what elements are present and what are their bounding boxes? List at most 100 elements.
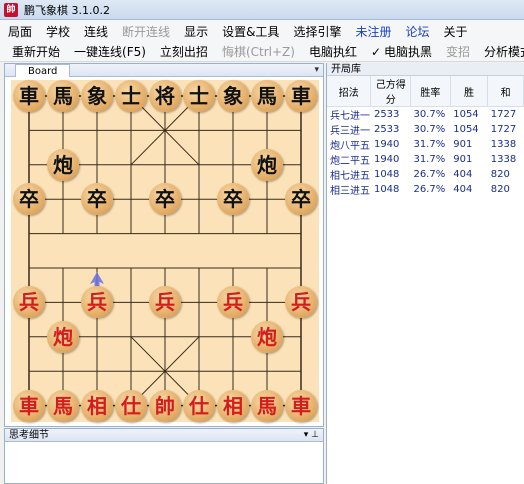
table-cell: 炮二平五 xyxy=(330,156,370,167)
piece-black[interactable]: 車 xyxy=(13,80,45,112)
piece-black[interactable]: 馬 xyxy=(47,80,79,112)
piece-black[interactable]: 卒 xyxy=(13,183,45,216)
piece-red[interactable]: 仕 xyxy=(183,389,215,422)
piece-black[interactable]: 卒 xyxy=(217,183,249,216)
table-row[interactable]: 兵三进一 2533 30.7% 1054 1727 xyxy=(327,122,524,137)
piece-black[interactable]: 象 xyxy=(81,80,113,112)
piece-red[interactable]: 炮 xyxy=(251,320,283,353)
menu-display[interactable]: 显示 xyxy=(184,23,208,40)
restart-button[interactable]: 重新开始 xyxy=(12,43,60,60)
quick-connect-button[interactable]: 一键连线(F5) xyxy=(74,43,146,60)
menu-unregistered[interactable]: 未注册 xyxy=(355,23,391,40)
table-cell: 31.7% xyxy=(413,154,446,165)
menu-select-engine[interactable]: 选择引擎 xyxy=(293,23,341,40)
undo-button[interactable]: 悔棋(Ctrl+Z) xyxy=(222,43,295,60)
title-bar: 帥 鹏飞象棋 3.1.0.2 xyxy=(0,0,524,20)
move-now-button[interactable]: 立刻出招 xyxy=(160,43,208,60)
table-cell: 1054 xyxy=(453,109,479,120)
table-cell: 26.7% xyxy=(413,169,446,180)
toolbar: 重新开始 一键连线(F5) 立刻出招 悔棋(Ctrl+Z) 电脑执红 ✓ 电脑执黑… xyxy=(0,42,524,62)
table-cell: 31.7% xyxy=(413,139,446,150)
opening-book-table: 招法 己方得分 胜率 胜 和 兵七进一 2533 30.7% 1054 1727… xyxy=(327,76,524,197)
table-cell: 炮八平五 xyxy=(330,141,370,152)
chess-board[interactable]: 車馬象士将士象馬車炮炮卒卒卒卒卒兵兵兵兵兵炮炮車馬相仕帥仕相馬車 xyxy=(11,80,319,422)
menu-disconnect[interactable]: 断开连线 xyxy=(122,23,170,40)
cpu-black-button[interactable]: ✓ 电脑执黑 xyxy=(371,43,432,60)
table-cell: 26.7% xyxy=(413,184,446,195)
piece-black[interactable]: 炮 xyxy=(251,148,283,181)
change-move-button[interactable]: 变招 xyxy=(446,43,470,60)
piece-black[interactable]: 炮 xyxy=(47,148,79,181)
piece-red[interactable]: 車 xyxy=(13,389,45,422)
column-header[interactable]: 胜率 xyxy=(410,76,451,107)
menu-position[interactable]: 局面 xyxy=(8,23,32,40)
table-cell: 相七进五 xyxy=(330,171,370,182)
thinking-details-panel: 思考细节 ▾ ⊥ xyxy=(4,428,324,484)
dropdown-icon[interactable]: ▾ xyxy=(314,64,319,77)
table-cell: 901 xyxy=(453,139,473,150)
table-cell: 2533 xyxy=(373,109,400,120)
piece-black[interactable]: 車 xyxy=(285,80,317,112)
menu-school[interactable]: 学校 xyxy=(46,23,70,40)
piece-red[interactable]: 帥 xyxy=(149,389,181,422)
piece-red[interactable]: 馬 xyxy=(47,389,79,422)
piece-black[interactable]: 馬 xyxy=(251,80,283,112)
board-tab[interactable]: Board xyxy=(15,64,71,77)
piece-red[interactable]: 相 xyxy=(81,389,113,422)
thinking-details-title: 思考细节 xyxy=(9,430,49,441)
table-cell: 820 xyxy=(490,184,510,195)
piece-black[interactable]: 卒 xyxy=(149,183,181,216)
table-cell: 1048 xyxy=(373,169,400,180)
piece-red[interactable]: 車 xyxy=(285,389,317,422)
analysis-mode-button[interactable]: 分析模式 xyxy=(484,43,524,60)
column-header[interactable]: 招法 xyxy=(327,76,372,107)
piece-black[interactable]: 卒 xyxy=(285,183,317,216)
board-tabbar: Board ▾ xyxy=(5,64,323,77)
menu-forum[interactable]: 论坛 xyxy=(405,23,429,40)
table-cell: 1727 xyxy=(490,124,517,135)
table-cell: 相三进五 xyxy=(330,186,370,197)
piece-black[interactable]: 将 xyxy=(149,80,181,112)
table-row[interactable]: 兵七进一 2533 30.7% 1054 1727 xyxy=(327,107,524,122)
table-row[interactable]: 相七进五 1048 26.7% 404 820 xyxy=(327,167,524,182)
table-cell: 404 xyxy=(453,184,473,195)
table-cell: 820 xyxy=(490,169,510,180)
table-row[interactable]: 炮八平五 1940 31.7% 901 1338 xyxy=(327,137,524,152)
column-header[interactable]: 胜 xyxy=(450,76,489,107)
table-cell: 1048 xyxy=(373,184,400,195)
table-cell: 1940 xyxy=(373,154,400,165)
menu-about[interactable]: 关于 xyxy=(443,23,467,40)
piece-red[interactable]: 炮 xyxy=(47,320,79,353)
thinking-details-header: 思考细节 ▾ ⊥ xyxy=(5,429,323,442)
table-row[interactable]: 相三进五 1048 26.7% 404 820 xyxy=(327,182,524,197)
window-title: 鹏飞象棋 3.1.0.2 xyxy=(24,3,110,17)
cpu-red-button[interactable]: 电脑执红 xyxy=(309,43,357,60)
piece-black[interactable]: 卒 xyxy=(81,183,113,216)
menu-connect[interactable]: 连线 xyxy=(84,23,108,40)
panel-controls-icon[interactable]: ▾ ⊥ xyxy=(304,429,319,442)
column-header[interactable]: 己方得分 xyxy=(370,76,411,107)
menu-settings-tools[interactable]: 设置&工具 xyxy=(222,23,279,40)
menu-bar: 局面 学校 连线 断开连线 显示 设置&工具 选择引擎 未注册 论坛 关于 xyxy=(0,20,524,42)
piece-red[interactable]: 相 xyxy=(217,389,249,422)
table-cell: 1054 xyxy=(453,124,479,135)
table-row[interactable]: 炮二平五 1940 31.7% 901 1338 xyxy=(327,152,524,167)
table-cell: 404 xyxy=(453,169,473,180)
check-icon: ✓ xyxy=(370,45,382,59)
piece-black[interactable]: 象 xyxy=(217,80,249,112)
table-cell: 1338 xyxy=(490,139,517,150)
board-grid xyxy=(28,95,302,407)
piece-red[interactable]: 仕 xyxy=(115,389,147,422)
table-cell: 1727 xyxy=(490,109,517,120)
piece-black[interactable]: 士 xyxy=(115,80,147,112)
table-header-row: 招法 己方得分 胜率 胜 和 xyxy=(327,76,524,107)
table-cell: 30.7% xyxy=(413,124,446,135)
column-header[interactable]: 和 xyxy=(487,76,524,107)
board-panel: Board ▾ 車馬象士将士象馬車炮炮卒卒卒卒卒兵兵兵兵兵炮炮車馬相仕帥仕相馬車 xyxy=(4,63,324,427)
piece-black[interactable]: 士 xyxy=(183,80,215,112)
app-icon: 帥 xyxy=(4,2,18,17)
piece-red[interactable]: 馬 xyxy=(251,389,283,422)
table-cell: 30.7% xyxy=(413,109,446,120)
table-cell: 兵七进一 xyxy=(330,111,370,122)
table-cell: 2533 xyxy=(373,124,400,135)
